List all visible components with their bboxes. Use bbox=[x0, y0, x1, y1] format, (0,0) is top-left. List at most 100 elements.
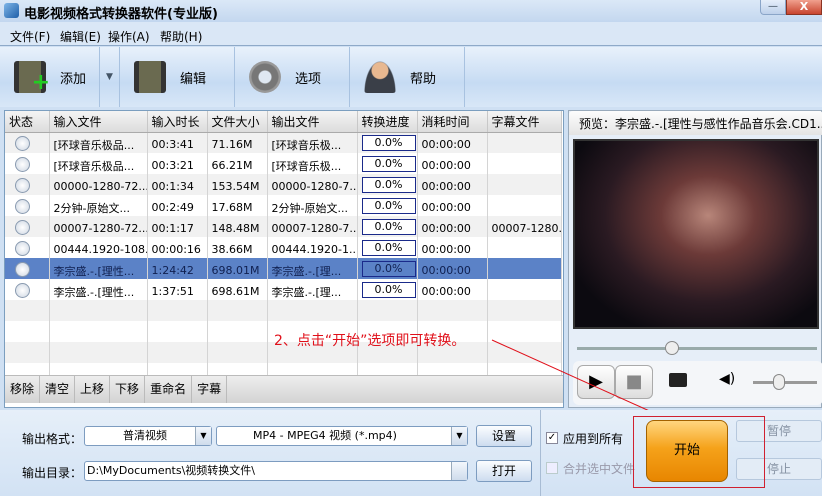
stop-icon[interactable]: ■ bbox=[615, 365, 653, 399]
duration-cell: 00:1:34 bbox=[147, 174, 208, 195]
input-file-cell: [环球音乐极品... bbox=[49, 132, 148, 153]
table-row[interactable]: 00000-1280-72... 00:1:34 153.54M 00000-1280… bbox=[5, 174, 562, 195]
status-cell bbox=[5, 153, 50, 174]
add-dropdown-icon[interactable]: ▼ bbox=[100, 47, 120, 107]
progress-box: 0.0% bbox=[361, 155, 416, 172]
duration-cell: 00:1:17 bbox=[147, 216, 208, 237]
gear-icon bbox=[249, 61, 281, 93]
size-cell: 38.66M bbox=[207, 237, 268, 258]
move-up-button[interactable]: 上移 bbox=[75, 376, 111, 403]
output-file-cell: 00007-1280-7... bbox=[267, 216, 358, 237]
progress-box: 0.0% bbox=[361, 239, 416, 256]
empty-cell bbox=[267, 300, 358, 321]
col-size[interactable]: 文件大小 bbox=[207, 111, 268, 133]
col-progress[interactable]: 转换进度 bbox=[357, 111, 418, 133]
col-duration[interactable]: 输入时长 bbox=[147, 111, 208, 133]
status-cell bbox=[5, 342, 50, 363]
output-file-cell: 李宗盛.-.[理... bbox=[267, 279, 358, 300]
clock-icon bbox=[15, 135, 30, 151]
close-button[interactable]: X bbox=[786, 0, 822, 15]
table-row[interactable]: 李宗盛.-.[理性... 1:24:42 698.01M 李宗盛.-.[理... 0.0… bbox=[5, 258, 562, 279]
clock-icon bbox=[15, 261, 30, 277]
apply-all-checkbox[interactable]: ✓ bbox=[546, 432, 558, 444]
elapsed-cell: 00:00:00 bbox=[417, 174, 488, 195]
empty-cell bbox=[487, 342, 562, 363]
table-row[interactable]: [环球音乐极品... 00:3:41 71.16M [环球音乐极... 0.0% 00:0… bbox=[5, 132, 562, 153]
input-file-cell: 李宗盛.-.[理性... bbox=[49, 279, 148, 300]
col-elapsed[interactable]: 消耗时间 bbox=[417, 111, 488, 133]
status-cell bbox=[5, 279, 50, 300]
table-row[interactable]: 00007-1280-72... 00:1:17 148.48M 00007-1280… bbox=[5, 216, 562, 237]
status-cell bbox=[5, 132, 50, 153]
edit-button[interactable]: 编辑 bbox=[120, 47, 235, 107]
col-output-file[interactable]: 输出文件 bbox=[267, 111, 358, 133]
help-button[interactable]: 帮助 bbox=[350, 47, 465, 107]
output-file-cell: [环球音乐极... bbox=[267, 132, 358, 153]
seek-handle[interactable] bbox=[665, 341, 679, 355]
output-dir-input[interactable]: D:\MyDocuments\视频转换文件\ bbox=[84, 461, 468, 481]
minimize-button[interactable]: — bbox=[760, 0, 786, 15]
menu-bar: 文件(F) 编辑(E) 操作(A) 帮助(H) bbox=[0, 22, 822, 46]
open-button[interactable]: 打开 bbox=[476, 460, 532, 482]
video-frame bbox=[573, 139, 819, 329]
progress-box: 0.0% bbox=[361, 134, 416, 151]
seek-bar[interactable] bbox=[577, 347, 817, 350]
empty-cell bbox=[487, 321, 562, 342]
play-icon[interactable]: ▶ bbox=[577, 365, 615, 399]
table-row[interactable]: 李宗盛.-.[理性... 1:37:51 698.61M 李宗盛.-.[理... 0.0… bbox=[5, 279, 562, 300]
menu-help[interactable]: 帮助(H) bbox=[160, 28, 202, 45]
subtitle-cell bbox=[487, 174, 562, 195]
table-row[interactable]: 2分钟-原始文... 00:2:49 17.68M 2分钟-原始文... 0.0% 00:… bbox=[5, 195, 562, 216]
input-file-cell: 00444.1920-108... bbox=[49, 237, 148, 258]
clear-button[interactable]: 清空 bbox=[40, 376, 76, 403]
clock-icon bbox=[15, 198, 30, 214]
progress-cell: 0.0% bbox=[357, 216, 418, 237]
rename-button[interactable]: 重命名 bbox=[145, 376, 193, 403]
empty-cell bbox=[147, 300, 208, 321]
quality-select[interactable]: 普清视频 ▼ bbox=[84, 426, 212, 446]
duration-cell: 1:37:51 bbox=[147, 279, 208, 300]
menu-edit[interactable]: 编辑(E) bbox=[60, 28, 101, 45]
status-cell bbox=[5, 195, 50, 216]
subtitle-cell: 00007-1280... bbox=[487, 216, 562, 237]
file-list: 状态 输入文件 输入时长 文件大小 输出文件 转换进度 消耗时间 字幕文件 [环… bbox=[4, 110, 564, 408]
remove-button[interactable]: 移除 bbox=[5, 376, 41, 403]
table-row[interactable]: [环球音乐极品... 00:3:21 66.21M [环球音乐极... 0.0% 00:0… bbox=[5, 153, 562, 174]
volume-slider[interactable] bbox=[753, 381, 817, 384]
title-bar: 电影视频格式转换器软件(专业版) — X bbox=[0, 0, 822, 22]
volume-icon[interactable]: ◀) bbox=[719, 371, 735, 387]
duration-cell: 00:2:49 bbox=[147, 195, 208, 216]
table-row[interactable] bbox=[5, 300, 562, 321]
size-cell: 698.01M bbox=[207, 258, 268, 279]
empty-cell bbox=[357, 300, 418, 321]
move-down-button[interactable]: 下移 bbox=[110, 376, 146, 403]
table-row[interactable]: 00444.1920-108... 00:00:16 38.66M 00444.192… bbox=[5, 237, 562, 258]
col-input-file[interactable]: 输入文件 bbox=[49, 111, 148, 133]
menu-file[interactable]: 文件(F) bbox=[10, 28, 50, 45]
options-button[interactable]: 选项 bbox=[235, 47, 350, 107]
preview-title: 预览：李宗盛.-.[理性与感性作品音乐会.CD1... bbox=[569, 111, 822, 135]
settings-button[interactable]: 设置 bbox=[476, 425, 532, 447]
col-subtitle[interactable]: 字幕文件 bbox=[487, 111, 562, 133]
elapsed-cell: 00:00:00 bbox=[417, 237, 488, 258]
camera-icon[interactable] bbox=[669, 373, 687, 387]
output-file-cell: 2分钟-原始文... bbox=[267, 195, 358, 216]
format-select[interactable]: MP4 - MPEG4 视频 (*.mp4) ▼ bbox=[216, 426, 468, 446]
clock-icon bbox=[15, 156, 30, 172]
col-status[interactable]: 状态 bbox=[5, 111, 50, 133]
clock-icon bbox=[15, 240, 30, 256]
empty-cell bbox=[207, 342, 268, 363]
volume-handle[interactable] bbox=[773, 374, 785, 390]
film-edit-icon bbox=[134, 61, 166, 93]
empty-cell bbox=[417, 300, 488, 321]
status-cell bbox=[5, 321, 50, 342]
highlight-box bbox=[633, 416, 765, 488]
empty-cell bbox=[147, 321, 208, 342]
menu-operation[interactable]: 操作(A) bbox=[108, 28, 150, 45]
merge-checkbox[interactable] bbox=[546, 462, 558, 474]
output-file-cell: 00444.1920-1... bbox=[267, 237, 358, 258]
subtitle-cell bbox=[487, 132, 562, 153]
subtitle-button[interactable]: 字幕 bbox=[192, 376, 228, 403]
add-button[interactable]: + 添加 bbox=[0, 47, 100, 107]
subtitle-cell bbox=[487, 258, 562, 279]
